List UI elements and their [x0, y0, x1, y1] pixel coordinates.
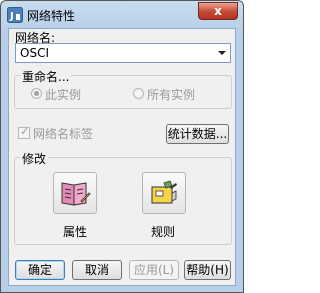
title-bar[interactable]: J 网络特性 x: [1, 1, 243, 28]
window-title: 网络特性: [27, 9, 76, 23]
rename-group-label: 重命名...: [20, 68, 72, 85]
book-icon: [61, 182, 91, 206]
net-name-label-checkbox[interactable]: ✓: [18, 125, 30, 139]
rules-label: 规则: [151, 225, 176, 239]
net-name-combobox[interactable]: OSCI: [15, 43, 231, 63]
apply-button[interactable]: 应用(L): [129, 260, 179, 280]
dropdown-arrow-icon[interactable]: [218, 51, 226, 55]
net-name-value: OSCI: [20, 46, 49, 60]
svg-text:J: J: [9, 11, 14, 22]
modify-group: [14, 157, 232, 245]
properties-button[interactable]: [53, 172, 97, 214]
properties-label: 属性: [63, 225, 88, 239]
close-button[interactable]: x: [198, 2, 238, 20]
radio-this-instance-label: 此实例: [45, 88, 82, 102]
app-icon: J: [7, 7, 23, 23]
radio-all-instances-label: 所有实例: [147, 88, 196, 102]
help-button[interactable]: 帮助(H): [184, 260, 231, 280]
close-icon: x: [214, 4, 222, 18]
checkmark-icon: ✓: [20, 125, 30, 138]
net-properties-dialog: J 网络特性 x 网络名: OSCI 重命名... 此实例 所有实例 ✓ 网络名…: [0, 0, 244, 293]
dialog-body: 网络名: OSCI 重命名... 此实例 所有实例 ✓ 网络名标签 统计数据..…: [8, 28, 236, 286]
radio-this-instance[interactable]: [31, 88, 42, 99]
radio-all-instances[interactable]: [133, 88, 144, 99]
cancel-button[interactable]: 取消: [72, 260, 122, 280]
rules-icon: [151, 180, 177, 204]
modify-group-label: 修改: [20, 150, 49, 167]
net-name-label-checkbox-text: 网络名标签: [33, 127, 94, 141]
ok-button[interactable]: 确定: [15, 260, 65, 280]
statistics-button[interactable]: 统计数据...: [166, 124, 229, 144]
rules-button[interactable]: [142, 172, 186, 214]
